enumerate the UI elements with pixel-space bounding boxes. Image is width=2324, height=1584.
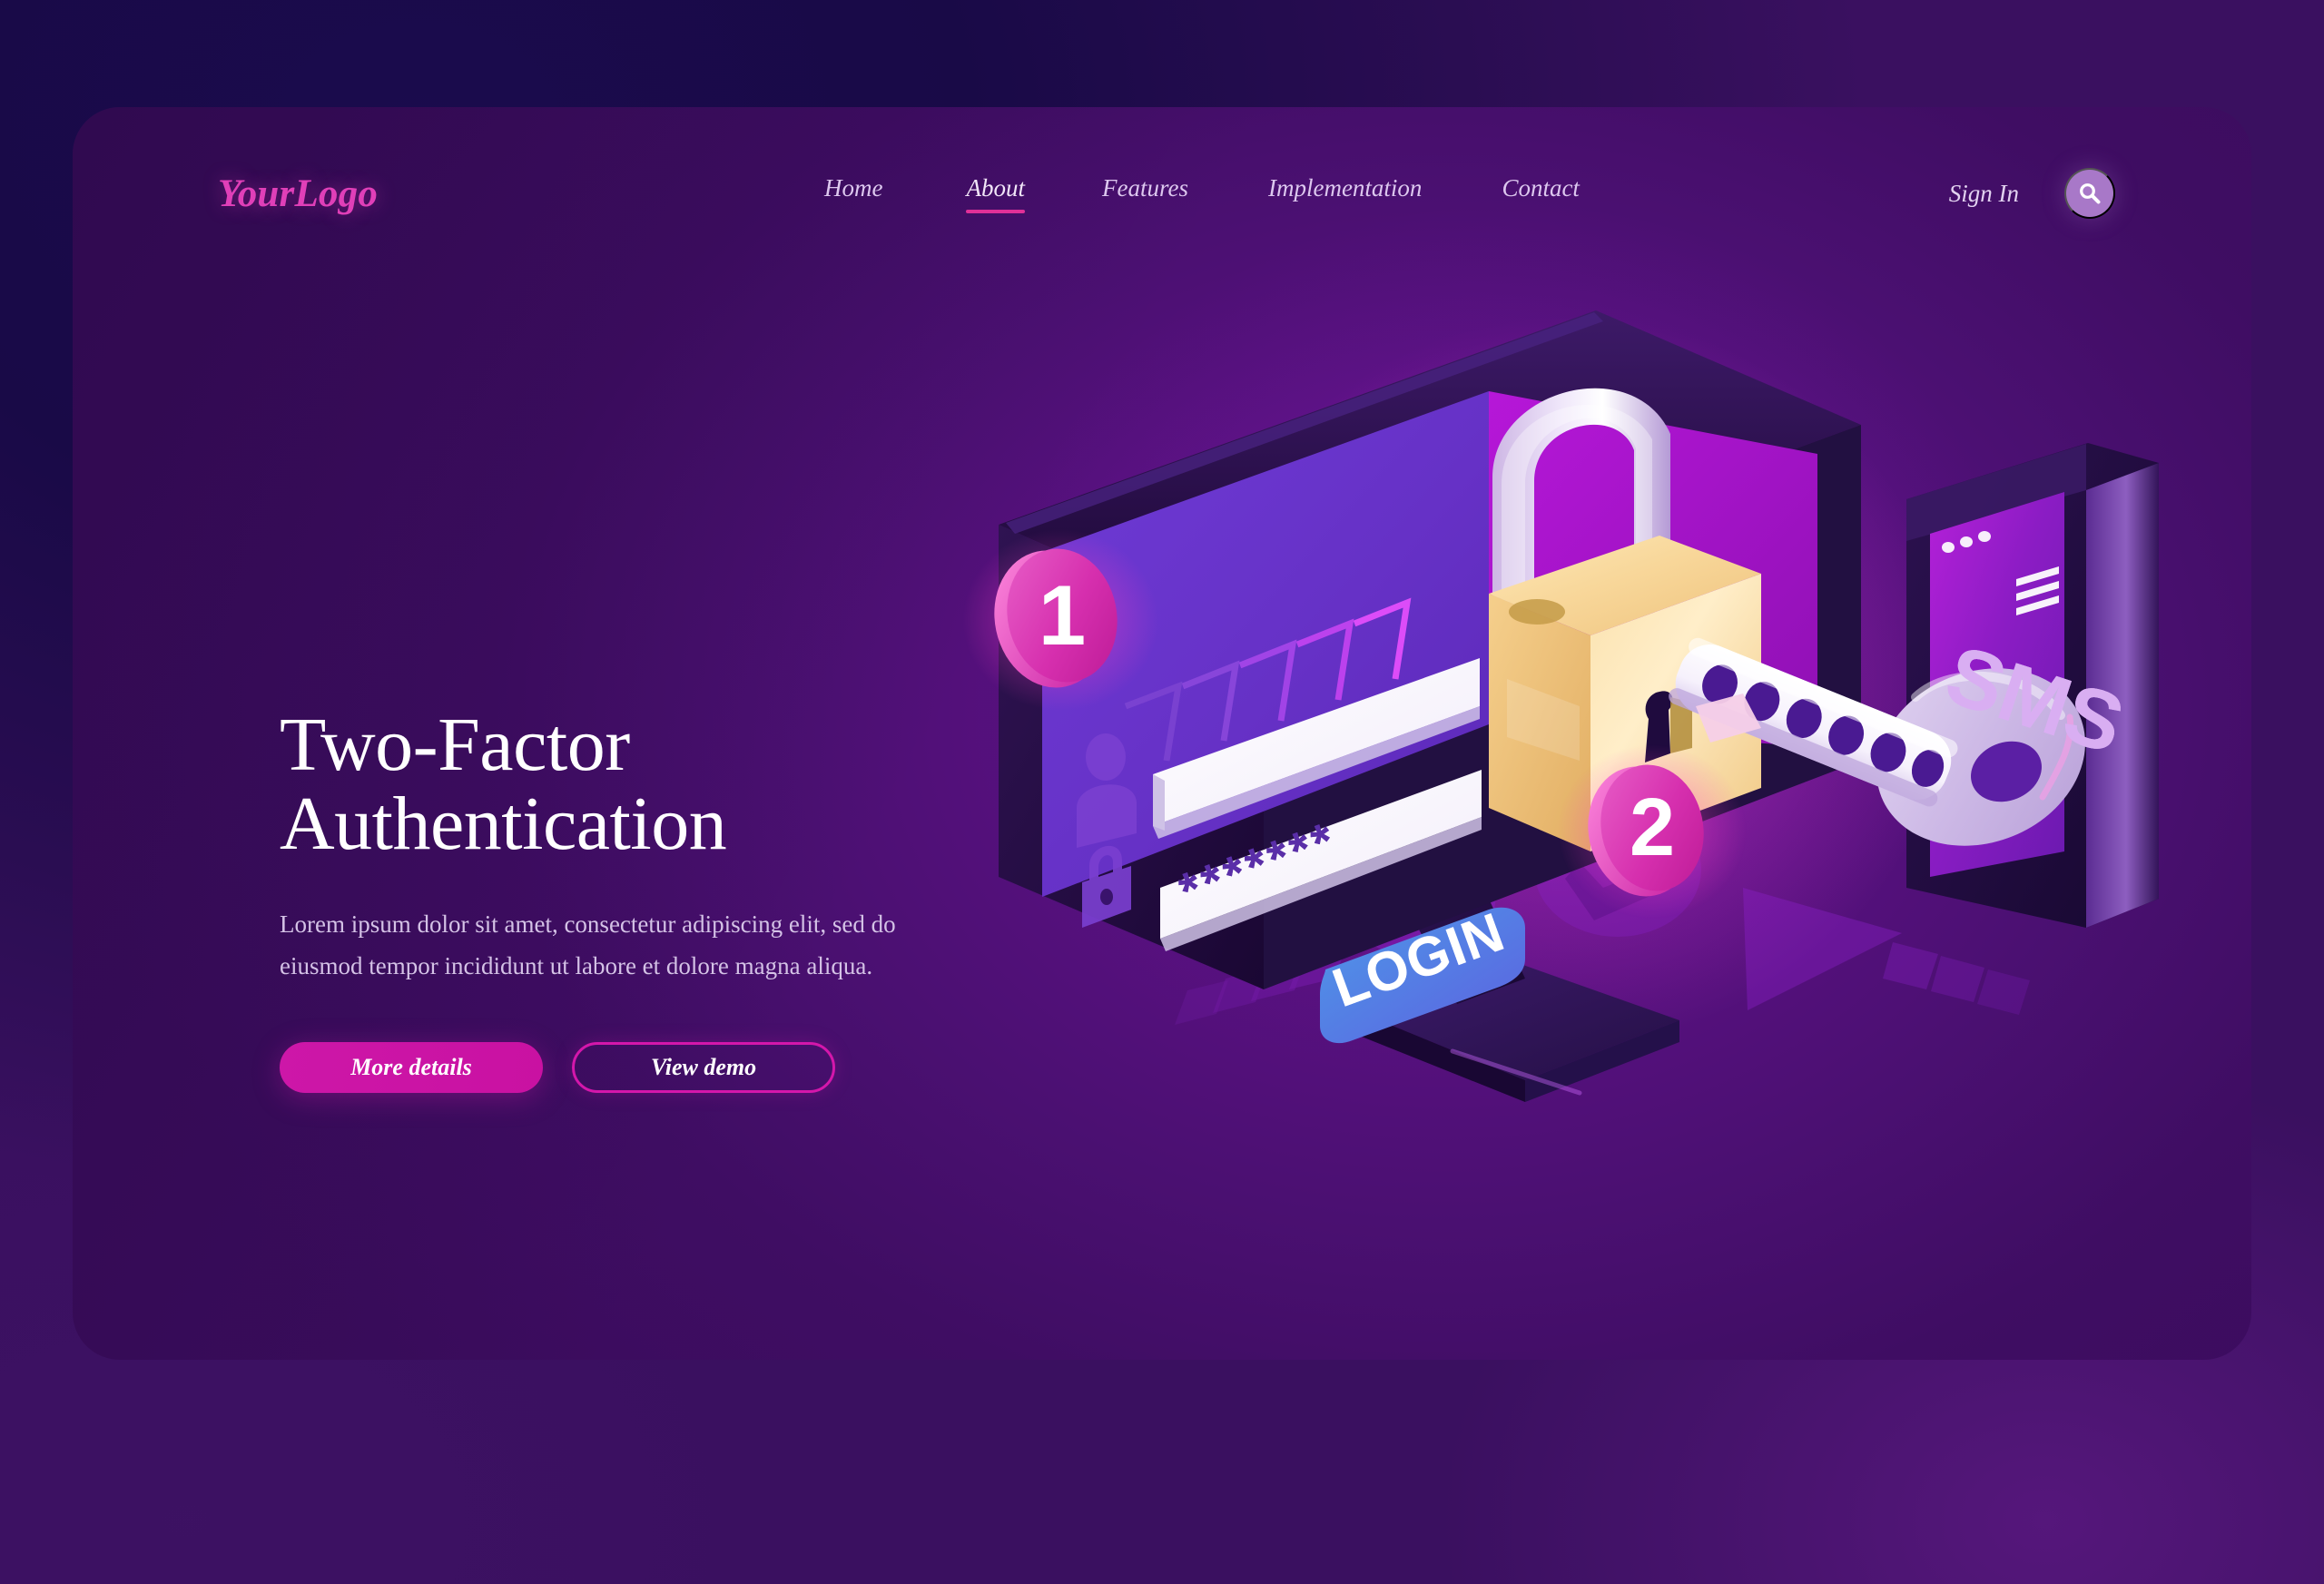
ground-arrow-right — [1743, 888, 2030, 1015]
step-2-label: 2 — [1630, 782, 1675, 873]
hero-actions: More details View demo — [280, 1041, 951, 1093]
step-2-badge: 2 — [1558, 744, 1747, 919]
two-factor-illustration: ******* LOGIN 1 2 ******* LOGIN SMS — [944, 252, 2233, 1360]
site-logo[interactable]: YourLogo — [218, 172, 378, 216]
nav-item-contact[interactable]: Contact — [1502, 174, 1580, 213]
search-icon — [2080, 183, 2101, 204]
nav-item-about[interactable]: About — [966, 174, 1025, 213]
search-button[interactable] — [2064, 168, 2115, 219]
header-actions: Sign In — [1949, 168, 2115, 219]
sign-in-link[interactable]: Sign In — [1949, 180, 2019, 208]
nav-item-home[interactable]: Home — [824, 174, 882, 213]
nav-item-features[interactable]: Features — [1102, 174, 1188, 213]
hero-copy: Two-Factor Authentication Lorem ipsum do… — [280, 703, 951, 1093]
nav-item-implementation[interactable]: Implementation — [1268, 174, 1422, 213]
hero-title-line-1: Two-Factor — [280, 703, 630, 787]
main-navigation: Home About Features Implementation Conta… — [824, 174, 1580, 213]
step-1-label: 1 — [1039, 567, 1086, 663]
landing-card: YourLogo Home About Features Implementat… — [73, 107, 2251, 1360]
view-demo-button[interactable]: View demo — [572, 1041, 835, 1093]
hero-title-line-2: Authentication — [280, 781, 727, 866]
padlock-screw — [1509, 599, 1565, 625]
page-title: Two-Factor Authentication — [280, 703, 951, 866]
site-header: YourLogo Home About Features Implementat… — [73, 107, 2251, 280]
step-1-badge: 1 — [962, 529, 1158, 711]
hero-subtitle: Lorem ipsum dolor sit amet, consectetur … — [280, 910, 896, 979]
more-details-button[interactable]: More details — [280, 1041, 543, 1093]
